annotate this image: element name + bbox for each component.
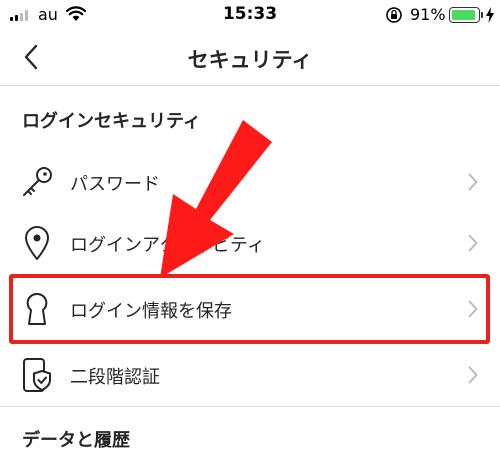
section-header-login-security: ログインセキュリティ [22,111,201,132]
battery-cap [481,12,483,18]
location-pin-icon [20,225,54,261]
status-bar: au 15:33 91% [0,0,500,30]
section-divider [0,406,500,407]
chevron-right-icon [468,300,478,318]
menu-item-save-login-info-label: ログイン情報を保存 [70,301,232,322]
menu-item-two-factor-auth[interactable]: 二段階認証 [0,344,500,406]
chevron-right-icon [468,234,478,252]
battery-percent: 91% [410,5,446,24]
orientation-lock-icon [386,7,402,23]
battery-icon [449,7,480,23]
page-title: セキュリティ [187,48,313,72]
menu-item-password[interactable]: パスワード [0,151,500,213]
menu-item-save-login-info[interactable]: ログイン情報を保存 [0,278,500,340]
menu-item-login-activity[interactable]: ログインアクティビティ [0,212,500,274]
key-icon [20,164,54,200]
menu-item-login-activity-label: ログインアクティビティ [70,235,265,256]
section-header-data-history: データと履歴 [22,430,130,451]
chevron-right-icon [468,366,478,384]
menu-item-two-factor-auth-label: 二段階認証 [70,367,160,388]
phone-shield-icon [20,357,54,393]
chevron-right-icon [468,173,478,191]
menu-item-password-label: パスワード [70,174,160,195]
navigation-bar: セキュリティ [0,30,500,86]
keyhole-icon [20,291,54,327]
charging-bolt-icon [486,7,494,23]
